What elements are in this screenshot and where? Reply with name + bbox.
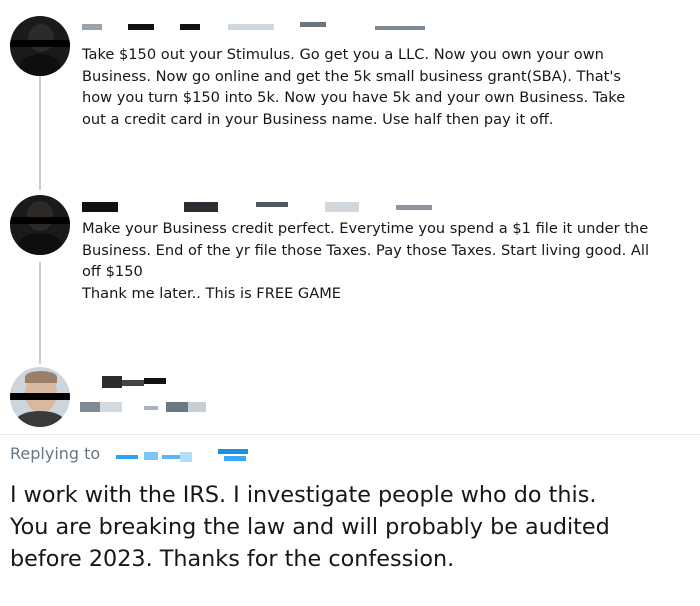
divider (0, 434, 700, 435)
tweet-text: Take $150 out your Stimulus. Go get you … (82, 46, 626, 129)
thread-line (39, 76, 41, 190)
replying-to: Replying to (10, 444, 100, 463)
thread-line (39, 262, 41, 364)
reply-text: I work with the IRS. I investigate peopl… (10, 482, 610, 572)
avatar[interactable] (10, 367, 70, 427)
replying-to-label: Replying to (10, 444, 101, 463)
tweet-text: Make your Business credit perfect. Every… (82, 220, 650, 303)
avatar[interactable] (10, 16, 70, 76)
avatar[interactable] (10, 195, 70, 255)
